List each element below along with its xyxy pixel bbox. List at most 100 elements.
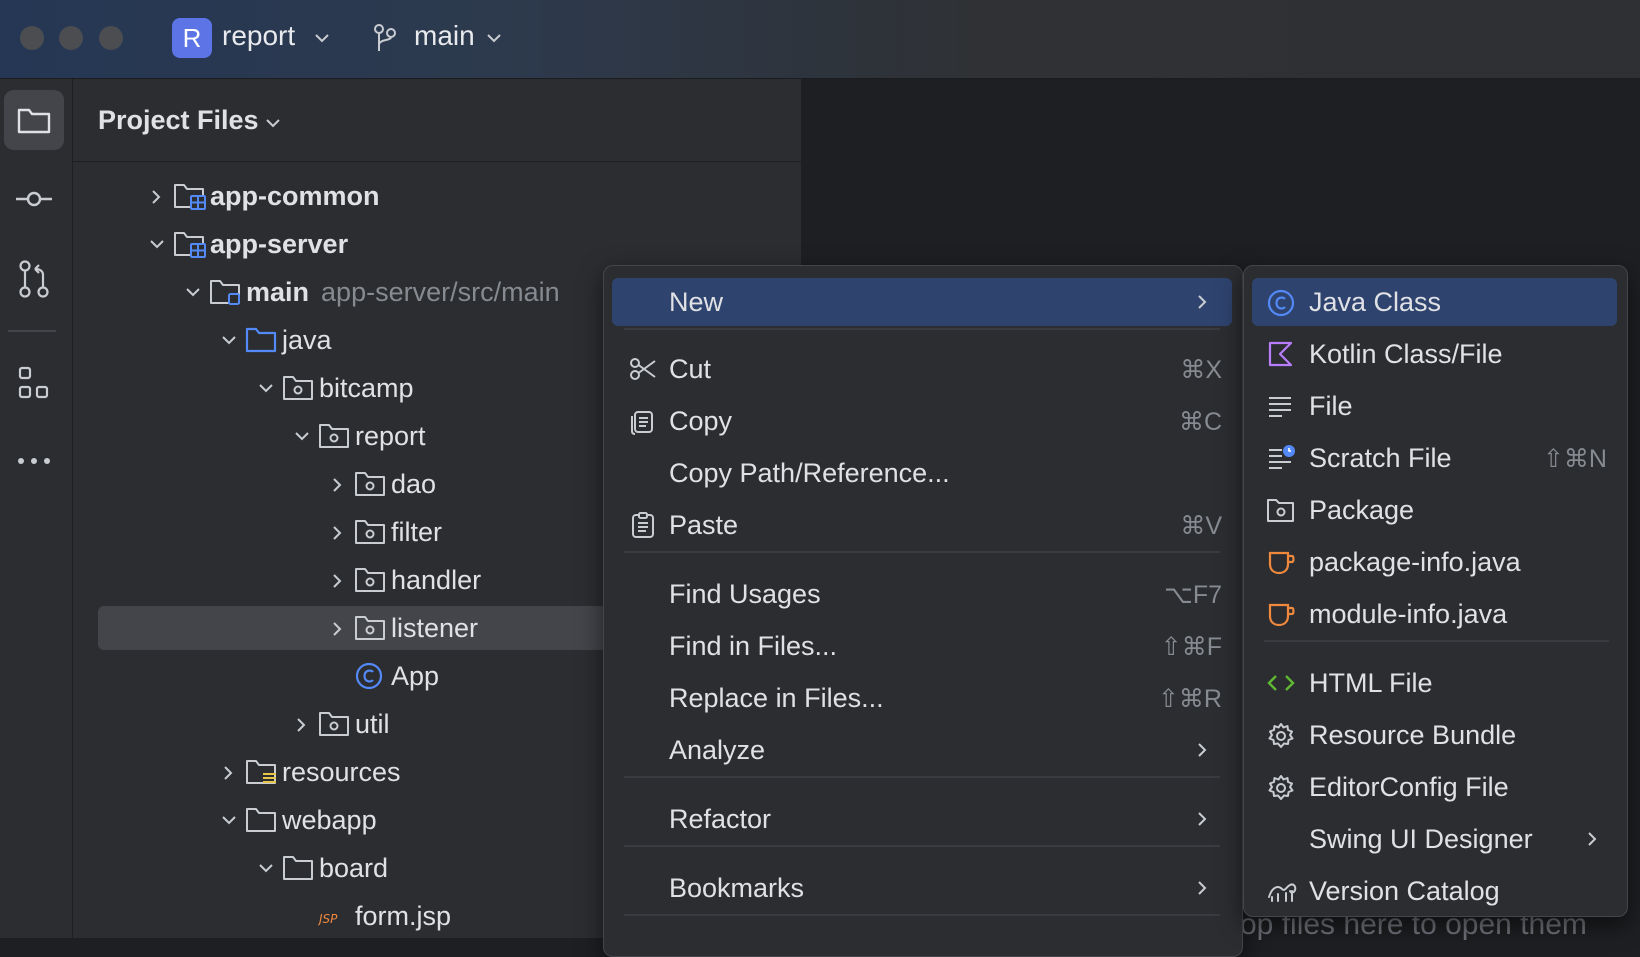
chevron-down-icon[interactable] — [312, 28, 332, 48]
chevron-down-icon[interactable] — [220, 812, 238, 828]
chevron-right-icon[interactable] — [148, 188, 164, 206]
new-menu-item-module-info-java[interactable]: module-info.java — [1252, 590, 1617, 638]
new-menu-item-kotlin-class-file[interactable]: Kotlin Class/File — [1252, 330, 1617, 378]
chevron-down-icon[interactable] — [257, 380, 275, 396]
tree-row-app-server[interactable]: app-server — [98, 222, 778, 266]
menu-item-new[interactable]: New — [612, 278, 1232, 326]
chevron-down-icon[interactable] — [293, 428, 311, 444]
chevron-right-icon[interactable] — [293, 716, 309, 734]
project-badge[interactable]: R — [172, 18, 212, 58]
new-menu-item-file[interactable]: File — [1252, 382, 1617, 430]
menu-item-analyze[interactable]: Analyze — [612, 726, 1232, 774]
resources-folder-icon — [245, 757, 279, 787]
tree-row-app-common[interactable]: app-common — [98, 174, 778, 218]
file-lines-icon — [1266, 392, 1294, 420]
menu-item-cut[interactable]: Cut ⌘X — [612, 345, 1232, 393]
kotlin-icon — [1266, 340, 1294, 368]
menu-item-paste[interactable]: Paste ⌘V — [612, 501, 1232, 549]
menu-item-copy-path-reference[interactable]: Copy Path/Reference... — [612, 449, 1232, 497]
new-menu-item-scratch-file[interactable]: Scratch File ⇧⌘N — [1252, 434, 1617, 482]
chevron-down-icon[interactable] — [257, 860, 275, 876]
chevron-right-icon — [1194, 810, 1210, 828]
tree-item-path-hint: app-server/src/main — [321, 277, 560, 307]
source-root-icon — [209, 277, 243, 307]
panel-title[interactable]: Project Files — [98, 105, 259, 136]
package-icon — [1266, 496, 1296, 524]
menu-item-shortcut: ⇧⌘N — [1542, 445, 1607, 473]
tree-item-label: app-common — [210, 181, 380, 211]
new-menu-item-version-catalog[interactable]: Version Catalog — [1252, 867, 1617, 915]
branch-name[interactable]: main — [414, 20, 475, 52]
structure-tool-button[interactable] — [4, 353, 64, 413]
tree-item-label: bitcamp — [319, 373, 414, 403]
new-menu-item-resource-bundle[interactable]: Resource Bundle — [1252, 711, 1617, 759]
tree-item-label: dao — [391, 469, 437, 499]
version-catalog-icon — [1266, 877, 1298, 905]
menu-item-shortcut: ⇧⌘R — [1157, 685, 1222, 713]
tree-item-label: board — [319, 853, 389, 883]
chevron-right-icon[interactable] — [329, 524, 345, 542]
java-cup-icon — [1266, 548, 1296, 576]
project-tool-button[interactable] — [4, 90, 64, 150]
project-name[interactable]: report — [222, 20, 295, 52]
new-menu-item-package[interactable]: Package — [1252, 486, 1617, 534]
menu-separator — [624, 776, 1220, 778]
menu-item-copy[interactable]: Copy ⌘C — [612, 397, 1232, 445]
zoom-window-button[interactable] — [99, 26, 123, 50]
menu-separator — [624, 551, 1220, 553]
chevron-right-icon — [1584, 830, 1600, 848]
more-dots-icon — [18, 458, 50, 464]
tree-item-label: util — [355, 709, 390, 739]
context-menu: New Cut ⌘X Copy ⌘C Copy Path/Reference... Past… — [603, 265, 1243, 957]
menu-item-label: Kotlin Class/File — [1309, 339, 1503, 369]
new-submenu: Java Class Kotlin Class/File File Scratch F… — [1243, 265, 1628, 917]
chevron-right-icon[interactable] — [220, 764, 236, 782]
svg-text:JSP: JSP — [318, 912, 338, 926]
chevron-right-icon[interactable] — [329, 476, 345, 494]
close-window-button[interactable] — [20, 26, 44, 50]
chevron-down-icon[interactable] — [148, 236, 166, 252]
new-menu-item-swing-ui-designer[interactable]: Swing UI Designer — [1252, 815, 1617, 863]
java-class-icon — [1266, 288, 1296, 318]
folder-icon — [245, 805, 279, 835]
new-menu-item-editorconfig-file[interactable]: EditorConfig File — [1252, 763, 1617, 811]
menu-item-shortcut: ⌥F7 — [1164, 581, 1222, 609]
menu-item-label: Package — [1309, 495, 1415, 525]
menu-item-label: Cut — [669, 354, 712, 384]
minimize-window-button[interactable] — [59, 26, 83, 50]
menu-item-label: Swing UI Designer — [1309, 824, 1533, 854]
chevron-right-icon[interactable] — [329, 620, 345, 638]
package-folder-icon — [318, 709, 352, 739]
blue-folder-icon — [245, 325, 279, 355]
chevron-down-icon[interactable] — [263, 113, 283, 133]
module-folder-icon — [173, 229, 207, 259]
new-menu-item-java-class[interactable]: Java Class — [1252, 278, 1617, 326]
chevron-right-icon[interactable] — [329, 572, 345, 590]
menu-item-refactor[interactable]: Refactor — [612, 795, 1232, 843]
pull-requests-tool-button[interactable] — [4, 249, 64, 309]
commit-tool-button[interactable] — [4, 169, 64, 229]
menu-separator — [624, 914, 1220, 916]
menu-item-label: Paste — [669, 510, 739, 540]
menu-item-shortcut: ⌘V — [1180, 512, 1222, 540]
package-folder-icon — [282, 373, 316, 403]
chevron-down-icon[interactable] — [184, 284, 202, 300]
new-menu-item-package-info-java[interactable]: package-info.java — [1252, 538, 1617, 586]
chevron-down-icon[interactable] — [220, 332, 238, 348]
menu-item-shortcut: ⇧⌘F — [1160, 633, 1222, 661]
tool-window-strip — [0, 79, 73, 938]
new-menu-item-html-file[interactable]: HTML File — [1252, 659, 1617, 707]
menu-item-replace-in-files[interactable]: Replace in Files... ⇧⌘R — [612, 674, 1232, 722]
tree-item-label: listener — [391, 613, 479, 643]
more-tools-button[interactable] — [4, 431, 64, 491]
menu-item-bookmarks[interactable]: Bookmarks — [612, 864, 1232, 912]
menu-item-find-in-files[interactable]: Find in Files... ⇧⌘F — [612, 622, 1232, 670]
tree-item-label: handler — [391, 565, 482, 595]
menu-item-label: Find in Files... — [669, 631, 838, 661]
menu-item-label: Scratch File — [1309, 443, 1452, 473]
scratch-file-icon — [1266, 444, 1296, 472]
structure-icon — [18, 366, 49, 399]
chevron-down-icon[interactable] — [484, 28, 504, 48]
menu-item-find-usages[interactable]: Find Usages ⌥F7 — [612, 570, 1232, 618]
package-folder-icon — [354, 517, 388, 547]
